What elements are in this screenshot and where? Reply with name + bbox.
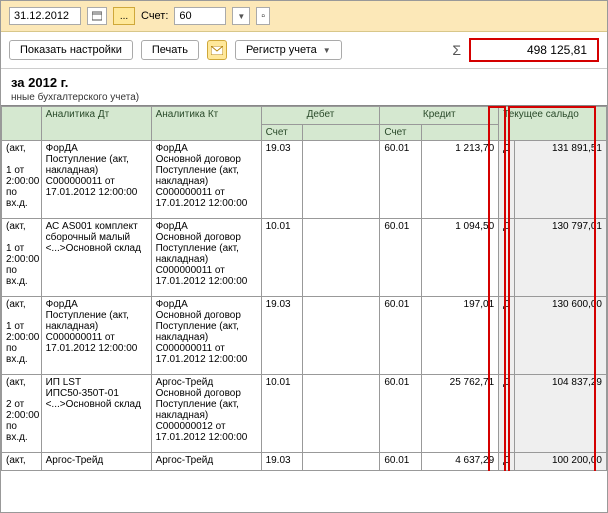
cell-an-dt: ФорДА Поступление (акт, накладная) С0000… <box>41 141 151 219</box>
date-input[interactable] <box>9 7 81 25</box>
account-label: Счет: <box>141 10 168 22</box>
table-row[interactable]: (акт, 1 от 2:00:00 по вх.д.АС AS001 комп… <box>2 219 607 297</box>
cell-left: (акт, 1 от 2:00:00 по вх.д. <box>2 297 42 375</box>
show-settings-button[interactable]: Показать настройки <box>9 40 133 60</box>
action-toolbar: Показать настройки Печать Регистр учета … <box>1 32 607 69</box>
table-row[interactable]: (акт, 1 от 2:00:00 по вх.д.ФорДА Поступл… <box>2 297 607 375</box>
cell-schet2: 60.01 <box>380 453 422 471</box>
cell-debet <box>303 141 380 219</box>
cell-an-dt: ФорДА Поступление (акт, накладная) С0000… <box>41 297 151 375</box>
cell-debet <box>303 375 380 453</box>
report-table-wrap: Аналитика Дт Аналитика Кт Дебет Кредит Т… <box>1 105 607 471</box>
cell-an-dt: Аргос-Трейд <box>41 453 151 471</box>
chevron-down-icon: ▼ <box>323 46 331 55</box>
cell-d: Д <box>499 453 514 471</box>
cell-left: (акт, <box>2 453 42 471</box>
email-button[interactable] <box>207 40 227 60</box>
cell-an-kt: ФорДА Основной договор Поступление (акт,… <box>151 297 261 375</box>
cell-d: Д <box>499 141 514 219</box>
cell-d: Д <box>499 219 514 297</box>
header-blank <box>2 107 42 141</box>
cell-kredit: 1 213,70 <box>422 141 499 219</box>
cell-kredit: 1 094,50 <box>422 219 499 297</box>
cell-an-kt: Аргос-Трейд <box>151 453 261 471</box>
chevron-down-icon: ▼ <box>237 12 245 21</box>
cell-schet2: 60.01 <box>380 375 422 453</box>
cell-an-kt: Аргос-Трейд Основной договор Поступление… <box>151 375 261 453</box>
table-row[interactable]: (акт, 2 от 2:00:00 по вх.д.ИП LST ИПС50-… <box>2 375 607 453</box>
cell-d: Д <box>499 297 514 375</box>
header-saldo: Текущее сальдо <box>499 107 607 141</box>
account-select-button[interactable]: ▫ <box>256 7 270 25</box>
top-toolbar: ... Счет: ▼ ▫ <box>1 1 607 32</box>
header-schet-2: Счет <box>380 125 422 141</box>
table-row[interactable]: (акт, 1 от 2:00:00 по вх.д.ФорДА Поступл… <box>2 141 607 219</box>
cell-saldo: 131 891,51 <box>514 141 606 219</box>
cell-schet1: 10.01 <box>261 219 303 297</box>
cell-saldo: 100 200,00 <box>514 453 606 471</box>
cell-debet <box>303 219 380 297</box>
cell-schet1: 19.03 <box>261 141 303 219</box>
table-row[interactable]: (акт,Аргос-ТрейдАргос-Трейд19.0360.014 6… <box>2 453 607 471</box>
cell-an-dt: АС AS001 комплект сборочный малый <...>О… <box>41 219 151 297</box>
cell-debet <box>303 297 380 375</box>
report-header: за 2012 г. нные бухгалтерского учета) <box>1 69 607 105</box>
cell-kredit: 4 637,29 <box>422 453 499 471</box>
report-title: за 2012 г. <box>11 75 597 90</box>
header-debet: Дебет <box>261 107 380 125</box>
cell-saldo: 104 837,29 <box>514 375 606 453</box>
cell-schet1: 10.01 <box>261 375 303 453</box>
header-analit-dt: Аналитика Дт <box>41 107 151 141</box>
total-value: 498 125,81 <box>469 38 599 62</box>
cell-schet2: 60.01 <box>380 219 422 297</box>
cell-saldo: 130 600,00 <box>514 297 606 375</box>
account-dropdown-button[interactable]: ▼ <box>232 7 250 25</box>
header-analit-kt: Аналитика Кт <box>151 107 261 141</box>
cell-schet2: 60.01 <box>380 141 422 219</box>
cell-an-kt: ФорДА Основной договор Поступление (акт,… <box>151 219 261 297</box>
register-label: Регистр учета <box>246 44 317 56</box>
register-button[interactable]: Регистр учета ▼ <box>235 40 342 60</box>
cell-an-kt: ФорДА Основной договор Поступление (акт,… <box>151 141 261 219</box>
sigma-icon: Σ <box>452 42 461 58</box>
header-kredit: Кредит <box>380 107 499 125</box>
report-subtitle: нные бухгалтерского учета) <box>11 92 597 103</box>
cell-an-dt: ИП LST ИПС50-350Т-01 <...>Основной склад <box>41 375 151 453</box>
cell-left: (акт, 1 от 2:00:00 по вх.д. <box>2 219 42 297</box>
cell-schet1: 19.03 <box>261 453 303 471</box>
calendar-icon <box>92 11 102 21</box>
cell-schet2: 60.01 <box>380 297 422 375</box>
cell-debet <box>303 453 380 471</box>
date-picker-button[interactable] <box>87 7 107 25</box>
report-table: Аналитика Дт Аналитика Кт Дебет Кредит Т… <box>1 106 607 471</box>
cell-left: (акт, 1 от 2:00:00 по вх.д. <box>2 141 42 219</box>
cell-saldo: 130 797,01 <box>514 219 606 297</box>
account-input[interactable] <box>174 7 226 25</box>
period-ellipsis-button[interactable]: ... <box>113 7 135 25</box>
cell-d: Д <box>499 375 514 453</box>
header-debet-sub <box>303 125 380 141</box>
cell-kredit: 25 762,71 <box>422 375 499 453</box>
print-button[interactable]: Печать <box>141 40 199 60</box>
envelope-icon <box>211 46 223 55</box>
cell-schet1: 19.03 <box>261 297 303 375</box>
cell-kredit: 197,01 <box>422 297 499 375</box>
header-schet-1: Счет <box>261 125 303 141</box>
cell-left: (акт, 2 от 2:00:00 по вх.д. <box>2 375 42 453</box>
header-kredit-sub <box>422 125 499 141</box>
